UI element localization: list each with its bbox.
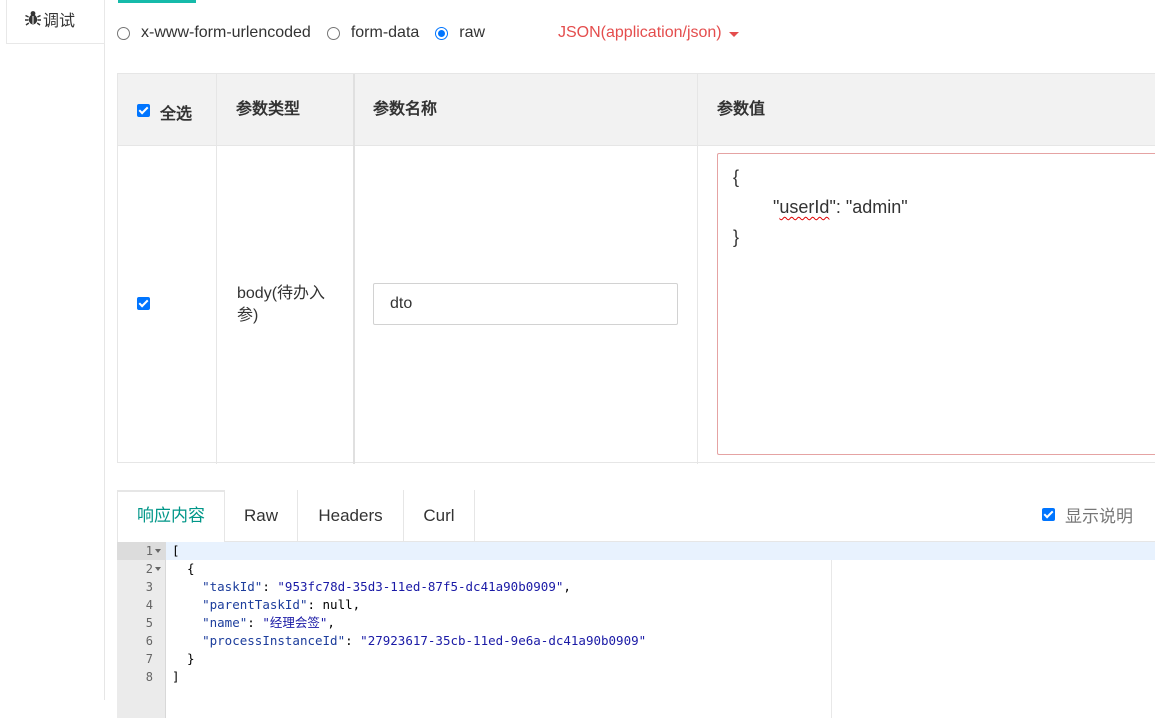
- line-number: 5: [145, 616, 153, 630]
- row-checkbox[interactable]: [137, 297, 150, 310]
- bug-icon: [24, 9, 42, 30]
- tab-debug[interactable]: 调试: [6, 0, 105, 44]
- content-type-dropdown[interactable]: JSON(application/json): [558, 22, 739, 44]
- line-number: 6: [145, 634, 153, 648]
- print-margin: [831, 560, 832, 718]
- fold-arrow-icon[interactable]: [155, 549, 161, 553]
- fold-arrow-icon[interactable]: [155, 567, 161, 571]
- tab-raw[interactable]: Raw: [225, 490, 298, 542]
- show-description-toggle[interactable]: 显示说明: [1042, 502, 1133, 527]
- value-line: }: [733, 227, 740, 247]
- param-name-input[interactable]: dto: [373, 283, 678, 325]
- radio-circle-checked[interactable]: [435, 26, 449, 40]
- response-tabs: 响应内容 Raw Headers Curl 显示说明: [117, 490, 1155, 543]
- value-line: {: [733, 167, 740, 187]
- code-line: {: [172, 561, 195, 576]
- code-line: [: [172, 543, 180, 558]
- line-number: 8: [145, 670, 153, 684]
- header-param-type: 参数类型: [236, 101, 301, 118]
- tab-response-content[interactable]: 响应内容: [117, 490, 225, 543]
- name-value: 经理会签: [269, 615, 320, 630]
- code-line: "taskId": "953fc78d-35d3-11ed-87f5-dc41a…: [202, 579, 571, 594]
- radio-raw[interactable]: raw: [435, 24, 485, 42]
- code-line: "name": "经理会签",: [202, 615, 335, 630]
- show-description-checkbox[interactable]: [1042, 508, 1055, 521]
- tab-debug-label: 调试: [43, 13, 76, 30]
- value-rest: ": "admin": [829, 197, 908, 217]
- select-all-checkbox[interactable]: [137, 103, 150, 117]
- param-type-cell: body(待办入参): [237, 285, 326, 324]
- column-divider: [697, 74, 698, 464]
- line-number: 7: [145, 652, 153, 666]
- radio-circle[interactable]: [117, 26, 130, 40]
- code-line: }: [172, 651, 195, 666]
- left-divider: [104, 44, 105, 700]
- param-value-textarea[interactable]: { "userId": "admin" }: [717, 153, 1155, 455]
- select-all-label: 全选: [160, 106, 193, 123]
- line-number: 4: [145, 598, 153, 612]
- body-type-radio-group: x-www-form-urlencoded form-data raw: [117, 22, 501, 44]
- select-all[interactable]: 全选: [137, 100, 192, 124]
- top-accent-bar: [118, 0, 196, 3]
- line-number: 3: [145, 580, 153, 594]
- response-code-editor[interactable]: 1 2 3 4 5 6 7 8 [ { "taskId": "953fc78d-…: [117, 542, 1155, 718]
- radio-form-data[interactable]: form-data: [326, 24, 420, 42]
- value-line: ": [733, 197, 780, 217]
- task-id-value: "953fc78d-35d3-11ed-87f5-dc41a90b0909": [277, 579, 564, 594]
- tab-headers[interactable]: Headers: [298, 490, 404, 542]
- radio-label: raw: [459, 24, 486, 41]
- header-param-name: 参数名称: [373, 101, 438, 118]
- code-line: "parentTaskId": null,: [202, 597, 361, 612]
- value-key: userId: [779, 197, 830, 217]
- radio-urlencoded[interactable]: x-www-form-urlencoded: [117, 24, 311, 42]
- column-divider: [353, 74, 355, 464]
- caret-down-icon: [728, 31, 739, 37]
- params-table: 全选 参数类型 参数名称 参数值 body(待办入参) dto { "userI…: [117, 73, 1155, 464]
- radio-label: x-www-form-urlencoded: [141, 24, 311, 41]
- code-line: "processInstanceId": "27923617-35cb-11ed…: [202, 633, 647, 648]
- process-instance-id-value: "27923617-35cb-11ed-9e6a-dc41a90b0909": [360, 633, 647, 648]
- line-number: 1: [145, 544, 153, 558]
- column-divider: [216, 74, 217, 464]
- show-description-label: 显示说明: [1065, 507, 1133, 526]
- content-type-label: JSON(application/json): [558, 24, 722, 41]
- radio-circle[interactable]: [326, 26, 340, 40]
- radio-label: form-data: [350, 24, 420, 41]
- line-number: 2: [145, 562, 153, 576]
- code-line: ]: [172, 669, 180, 684]
- header-param-value: 参数值: [717, 101, 766, 118]
- tab-curl[interactable]: Curl: [404, 490, 475, 542]
- active-line-highlight: [117, 542, 1155, 560]
- parent-task-id-value: null: [322, 597, 353, 612]
